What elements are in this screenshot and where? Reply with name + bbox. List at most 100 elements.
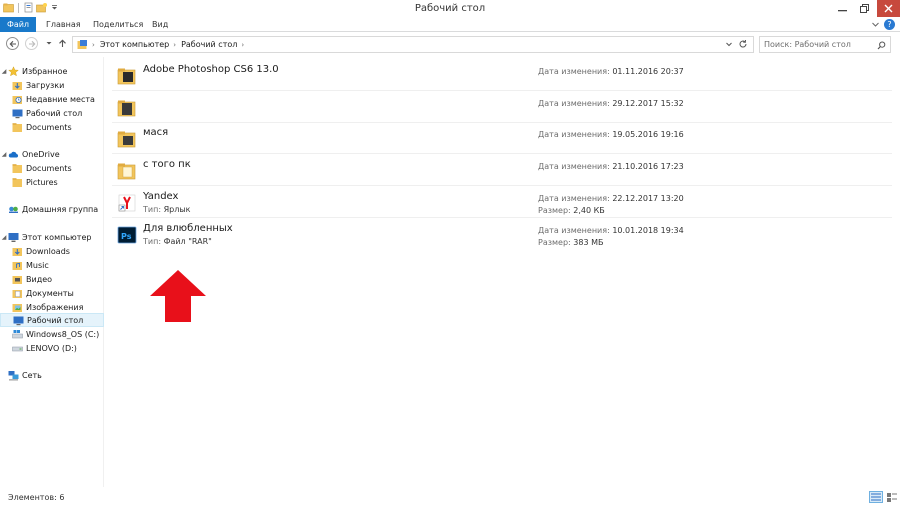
nav-label: Сеть [22,370,42,380]
close-button[interactable] [877,0,900,17]
breadcrumb-this-pc[interactable]: Этот компьютер [100,40,169,49]
nav-label: OneDrive [22,149,60,159]
breadcrumb-chevron-icon[interactable]: › [173,41,176,49]
nav-item-onedrive-documents[interactable]: Documents [0,161,104,175]
file-row-masya[interactable]: мася Дата изменения: 19.05.2016 19:16 [112,123,892,154]
nav-label: Рабочий стол [26,108,83,118]
file-name: Adobe Photoshop CS6 13.0 [143,64,279,75]
nav-homegroup[interactable]: Домашняя группа [0,202,104,216]
nav-item-recent-places[interactable]: Недавние места [0,92,104,106]
size-label: Размер: [538,206,571,215]
this-pc-folder-icon [77,40,87,49]
documents-folder-icon [12,289,22,298]
folder-icon [117,163,136,180]
file-type: Тип: Файл "RAR" [143,237,212,246]
nav-label: Избранное [22,66,68,76]
details-view-button[interactable] [869,491,883,503]
nav-item-desktop-fav[interactable]: Рабочий стол [0,106,104,120]
file-row-adobe-photoshop[interactable]: Adobe Photoshop CS6 13.0 Дата изменения:… [112,60,892,91]
tiles-view-button[interactable] [885,491,899,503]
nav-item-documents-fav[interactable]: Documents [0,120,104,134]
nav-this-pc[interactable]: ◢ Этот компьютер [0,230,104,244]
ribbon-expand-icon[interactable] [871,20,880,29]
file-name: Для влюбленных [143,223,233,234]
tab-view[interactable]: Вид [144,17,176,32]
breadcrumb-desktop[interactable]: Рабочий стол [181,40,237,49]
drive-icon [12,346,23,351]
file-size: Размер: 383 МБ [538,238,603,247]
date-label: Дата изменения: [538,226,610,235]
title-bar: Рабочий стол [0,0,900,17]
nav-item-drive-d[interactable]: LENOVO (D:) [0,341,104,355]
nav-favorites[interactable]: ◢ Избранное [0,64,104,78]
nav-label: Downloads [26,246,70,256]
nav-item-music[interactable]: Music [0,258,104,272]
tab-file[interactable]: Файл [0,17,36,32]
nav-item-documents-pc[interactable]: Документы [0,286,104,300]
nav-label: Загрузки [26,80,65,90]
breadcrumb-chevron-icon[interactable]: › [241,41,244,49]
refresh-icon[interactable] [738,39,748,49]
folder-icon [117,68,136,85]
breadcrumb-chevron-icon[interactable]: › [92,41,95,49]
nav-item-downloads-pc[interactable]: Downloads [0,244,104,258]
search-input[interactable]: Поиск: Рабочий стол [759,36,891,53]
nav-onedrive[interactable]: ◢ OneDrive [0,147,104,161]
file-row-yandex[interactable]: Yandex Тип: Ярлык Дата изменения: 22.12.… [112,187,892,218]
maximize-button[interactable] [851,0,877,17]
file-list: Adobe Photoshop CS6 13.0 Дата изменения:… [106,57,900,487]
photoshop-icon: Ps [117,226,137,244]
nav-label: Documents [26,163,72,173]
recent-locations-icon[interactable] [45,39,53,47]
svg-text:Ps: Ps [121,232,132,241]
file-type: Тип: Ярлык [143,205,190,214]
address-dropdown-icon[interactable] [725,40,733,48]
search-icon[interactable] [877,41,886,50]
back-button[interactable] [6,37,19,50]
nav-item-videos[interactable]: Видео [0,272,104,286]
chevron-down-icon[interactable]: ◢ [0,68,8,75]
file-row-unnamed-folder[interactable]: Дата изменения: 29.12.2017 15:32 [112,92,892,123]
computer-icon [8,232,19,242]
nav-item-onedrive-pictures[interactable]: Pictures [0,175,104,189]
address-bar[interactable]: › Этот компьютер › Рабочий стол › [72,36,754,53]
size-label: Размер: [538,238,571,247]
cloud-icon [8,151,19,157]
minimize-icon [837,10,847,12]
up-arrow-icon[interactable] [58,39,67,48]
date-value: 10.01.2018 19:34 [612,226,684,235]
file-row-s-togo-pk[interactable]: с того пк Дата изменения: 21.10.2016 17:… [112,155,892,186]
file-date: Дата изменения: 19.05.2016 19:16 [538,130,684,139]
nav-item-desktop-pc[interactable]: Рабочий стол [0,313,104,327]
size-value: 2,40 КБ [573,206,605,215]
forward-button[interactable] [25,37,38,50]
tab-share[interactable]: Поделиться [85,17,151,32]
date-value: 29.12.2017 15:32 [612,99,684,108]
date-label: Дата изменения: [538,67,610,76]
folder-icon [117,131,136,148]
type-label: Тип: [143,237,162,246]
nav-item-downloads[interactable]: Загрузки [0,78,104,92]
nav-item-drive-c[interactable]: Windows8_OS (C:) [0,327,104,341]
date-value: 22.12.2017 13:20 [612,194,684,203]
vertical-scrollbar[interactable] [886,57,900,487]
chevron-down-icon[interactable]: ◢ [0,234,8,241]
tab-home[interactable]: Главная [38,17,89,32]
type-value: Файл "RAR" [163,237,212,246]
nav-item-pictures[interactable]: Изображения [0,300,104,314]
type-value: Ярлык [163,205,191,214]
arrow-right-icon [28,40,35,47]
file-row-dlya-vlyublennyh[interactable]: Ps Для влюбленных Тип: Файл "RAR" Дата и… [112,219,892,250]
desktop-icon [13,316,24,325]
music-folder-icon [12,261,22,270]
close-icon [884,4,893,13]
type-label: Тип: [143,205,162,214]
nav-label: Рабочий стол [27,315,84,325]
file-name: с того пк [143,159,191,170]
file-date: Дата изменения: 21.10.2016 17:23 [538,162,684,171]
file-date: Дата изменения: 10.01.2018 19:34 [538,226,684,235]
chevron-down-icon[interactable]: ◢ [0,151,8,158]
nav-network[interactable]: Сеть [0,368,104,382]
folder-icon [12,163,22,173]
help-icon[interactable]: ? [884,19,895,30]
